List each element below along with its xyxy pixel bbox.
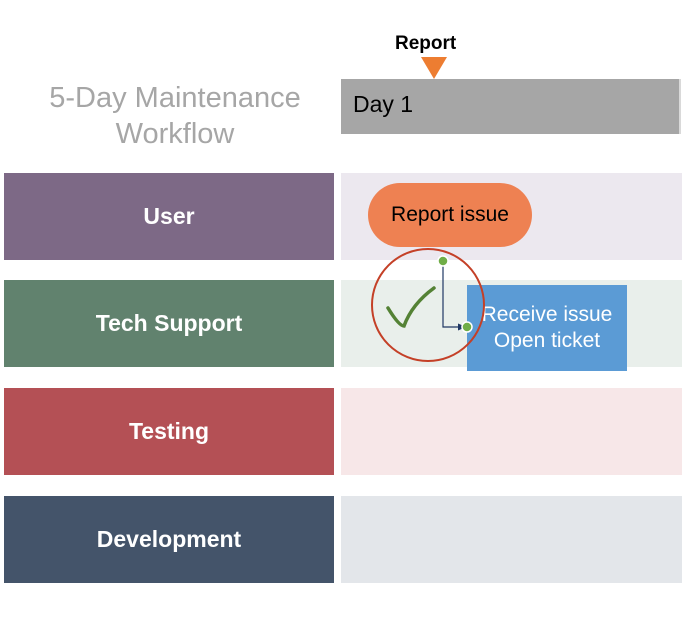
swimlane-label-testing: Testing [4, 388, 334, 475]
swimlane-area-testing [341, 388, 682, 475]
column-header-day1: Day 1 [341, 79, 681, 134]
phase-marker-icon [421, 57, 447, 79]
node-receive-issue[interactable]: Receive issue Open ticket [467, 285, 627, 371]
swimlane-label-user: User [4, 173, 334, 260]
swimlane-label-tech-support: Tech Support [4, 280, 334, 367]
swimlane-label-development: Development [4, 496, 334, 583]
checkmark-icon [384, 282, 439, 332]
node-receive-line2: Open ticket [494, 328, 600, 354]
diagram-title: 5-Day Maintenance Workflow [20, 80, 330, 153]
connector-handle-start[interactable] [438, 256, 448, 266]
node-receive-line1: Receive issue [482, 302, 613, 328]
node-report-issue[interactable]: Report issue [368, 183, 532, 247]
phase-label-report: Report [395, 33, 456, 55]
connector-handle-end[interactable] [462, 322, 472, 332]
swimlane-area-development [341, 496, 682, 583]
connector-report-to-receive[interactable] [437, 255, 477, 335]
